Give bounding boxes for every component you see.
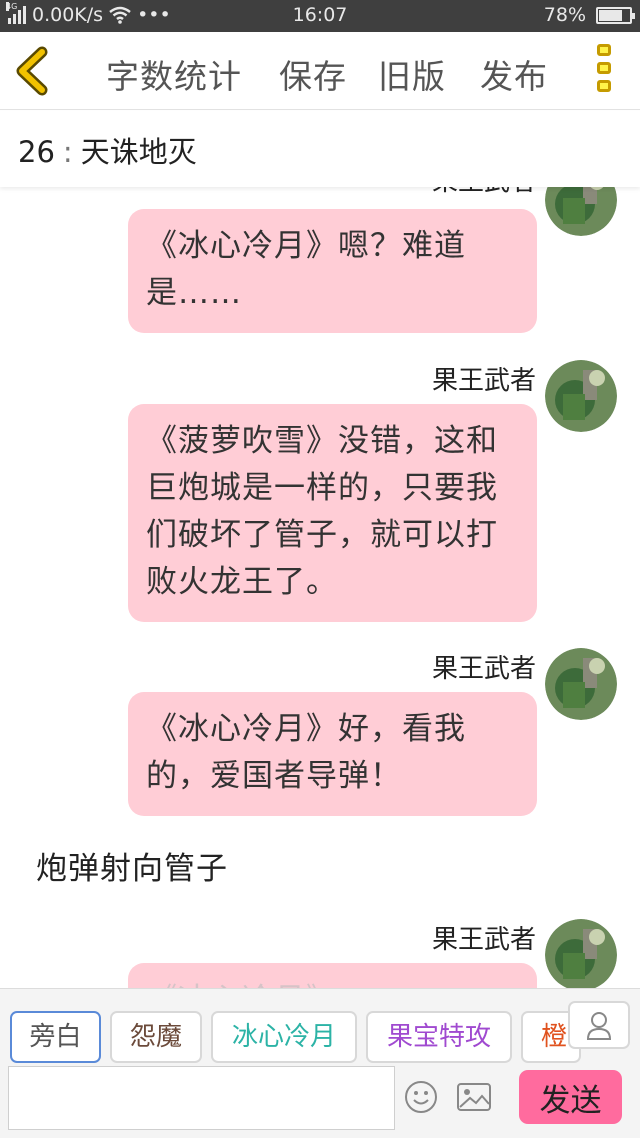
role-label: 橙: [541, 1022, 568, 1052]
chapter-separator: :: [62, 135, 73, 169]
message-bubble[interactable]: 《冰心冷月》好，看我的，爱国者导弹！: [128, 692, 537, 816]
role-chip-bingxinlengyue[interactable]: 冰心冷月: [211, 1011, 357, 1063]
role-chip-yuanmo[interactable]: 怨魔: [110, 1011, 202, 1063]
user-icon: [586, 1012, 612, 1040]
message-bubble[interactable]: 《冰心冷月》嗯？难道是……: [128, 209, 537, 333]
emoji-icon[interactable]: [404, 1080, 438, 1114]
sender-name: 果王武者: [432, 187, 536, 198]
back-arrow-icon[interactable]: [10, 46, 60, 96]
message-bubble[interactable]: 《冰心冷月》……: [128, 963, 537, 988]
avatar[interactable]: [545, 919, 617, 988]
role-chip-narrator[interactable]: 旁白: [10, 1011, 101, 1063]
battery-percent: 78%: [543, 4, 586, 26]
chapter-number: 26: [18, 135, 55, 169]
image-icon[interactable]: [456, 1082, 492, 1112]
top-toolbar: 字数统计 保存 旧版 发布: [0, 32, 640, 110]
message-bubble[interactable]: 《菠萝吹雪》没错，这和巨炮城是一样的，只要我们破坏了管子，就可以打败火龙王了。: [128, 404, 537, 622]
battery-icon: [596, 6, 635, 24]
role-label: 旁白: [29, 1022, 82, 1052]
avatar[interactable]: [545, 360, 617, 432]
chapter-title: 天诛地灭: [80, 135, 197, 169]
role-selector: 旁白 怨魔 冰心冷月 果宝特攻 橙: [0, 988, 640, 1064]
publish-button[interactable]: 发布: [480, 50, 548, 98]
role-label: 冰心冷月: [231, 1022, 336, 1052]
role-label: 果宝特攻: [386, 1022, 491, 1052]
narration-text[interactable]: 炮弹射向管子: [36, 843, 228, 888]
sender-name: 果王武者: [431, 366, 536, 396]
input-bar: 发送: [0, 1064, 640, 1138]
chapter-header[interactable]: 26: 天诛地灭: [0, 111, 640, 187]
role-label: 怨魔: [129, 1022, 182, 1052]
status-bar: 4G 0.00K/s ••• 16:07 78%: [0, 0, 640, 32]
send-button[interactable]: 发送: [519, 1070, 622, 1124]
sender-name: 果王武者: [431, 654, 536, 684]
message-input[interactable]: [8, 1066, 395, 1130]
chat-area[interactable]: 果王武者 《冰心冷月》嗯？难道是…… 果王武者 《菠萝吹雪》没错，这和巨炮城是一…: [0, 187, 640, 988]
more-menu-icon[interactable]: [590, 44, 618, 100]
sender-name: 果王武者: [431, 925, 536, 955]
add-role-button[interactable]: [568, 1001, 630, 1049]
role-chip-guobaotegong[interactable]: 果宝特攻: [366, 1011, 512, 1063]
save-button[interactable]: 保存: [279, 50, 347, 98]
old-version-button[interactable]: 旧版: [378, 50, 446, 98]
avatar[interactable]: [545, 187, 617, 236]
word-count-button[interactable]: 字数统计: [106, 50, 242, 98]
avatar[interactable]: [545, 648, 617, 720]
